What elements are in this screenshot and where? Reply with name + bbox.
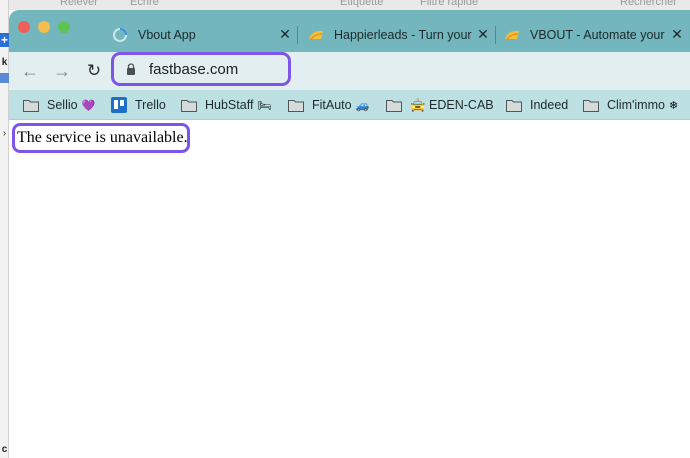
close-window-button[interactable] (18, 21, 30, 33)
tab-title: Happierleads - Turn your (334, 28, 472, 42)
bookmark-label: FitAuto (312, 98, 352, 112)
bookmark-indeed[interactable]: Indeed (506, 96, 568, 114)
bg-item-etiquette: Étiquette (340, 0, 384, 8)
bookmark-label: Sellio (47, 98, 78, 112)
browser-toolbar: ← → ↻ fastbase.com (9, 52, 690, 90)
bg-item-rechercher: Rechercher (620, 0, 677, 8)
heart-icon: 💜 (81, 99, 96, 112)
vbout-logo-icon (505, 30, 519, 40)
folder-icon (181, 99, 197, 112)
lock-icon[interactable] (126, 63, 136, 75)
close-tab-icon[interactable]: ✕ (278, 27, 292, 41)
bookmark-fitauto[interactable]: FitAuto 🚙 (288, 96, 369, 114)
close-tab-icon[interactable]: ✕ (670, 27, 684, 41)
bg-add-button[interactable]: + (0, 33, 9, 47)
address-bar[interactable]: fastbase.com (111, 52, 291, 86)
tab-happierleads[interactable]: Happierleads - Turn your ✕ (300, 18, 496, 52)
tab-vbout-automate[interactable]: VBOUT - Automate your ✕ (496, 18, 690, 52)
bookmark-label: Indeed (530, 98, 569, 112)
background-app-sidebar: + k › c (0, 0, 9, 458)
forward-button[interactable]: → (51, 60, 73, 82)
bg-item-ecrire: Écrire (130, 0, 159, 8)
tab-vbout-app[interactable]: Vbout App ✕ (104, 18, 298, 52)
bookmark-label: Trello (135, 98, 166, 112)
happierleads-logo-icon (309, 30, 323, 40)
bg-selected-row (0, 73, 9, 83)
folder-icon (288, 99, 304, 112)
background-app-toolbar: Relever Écrire Étiquette Filtre rapide R… (0, 0, 690, 10)
bg-item-relever: Relever (60, 0, 98, 8)
bg-label-c: c (1, 444, 8, 455)
tab-title: Vbout App (138, 28, 196, 42)
bookmark-label: Clim'immo (607, 98, 665, 112)
bookmark-hubstaff[interactable]: HubStaff 🛏 (181, 96, 271, 114)
bg-label-k: k (1, 57, 8, 68)
bed-icon: 🛏 (257, 99, 272, 112)
snowflake-icon: ❄ (668, 99, 679, 112)
loading-spinner-icon (113, 28, 127, 42)
car-icon: 🚙 (355, 99, 370, 112)
folder-icon (23, 99, 39, 112)
tab-bar: Vbout App ✕ Happierleads - Turn your ✕ V… (9, 10, 690, 52)
bookmark-trello[interactable]: Trello (111, 96, 166, 114)
close-tab-icon[interactable]: ✕ (476, 27, 490, 41)
error-message: The service is unavailable. (17, 129, 188, 146)
bookmarks-bar: Sellio 💜 Trello HubStaff 🛏 FitAuto 🚙 🚖 E… (9, 90, 690, 120)
url-text[interactable]: fastbase.com (149, 61, 238, 78)
folder-icon (386, 99, 402, 112)
tab-title: VBOUT - Automate your (530, 28, 665, 42)
folder-icon (506, 99, 522, 112)
zoom-window-button[interactable] (58, 21, 70, 33)
bookmark-eden-cab[interactable]: 🚖 EDEN-CAB (386, 96, 494, 114)
reload-button[interactable]: ↻ (83, 60, 105, 82)
bookmark-label: 🚖 EDEN-CAB (410, 97, 494, 112)
folder-icon (583, 99, 599, 112)
bookmark-label: HubStaff (205, 98, 254, 112)
minimize-window-button[interactable] (38, 21, 50, 33)
tab-separator (297, 26, 298, 44)
browser-window: Vbout App ✕ Happierleads - Turn your ✕ V… (9, 10, 690, 458)
bookmark-climimmo[interactable]: Clim'immo ❄ (583, 96, 678, 114)
bg-item-filtre: Filtre rapide (420, 0, 479, 8)
trello-icon (111, 97, 127, 113)
back-button[interactable]: ← (19, 60, 41, 82)
bookmark-sellio[interactable]: Sellio 💜 (23, 96, 95, 114)
bg-disclosure-icon[interactable]: › (0, 128, 9, 139)
page-content: The service is unavailable. (9, 120, 690, 458)
